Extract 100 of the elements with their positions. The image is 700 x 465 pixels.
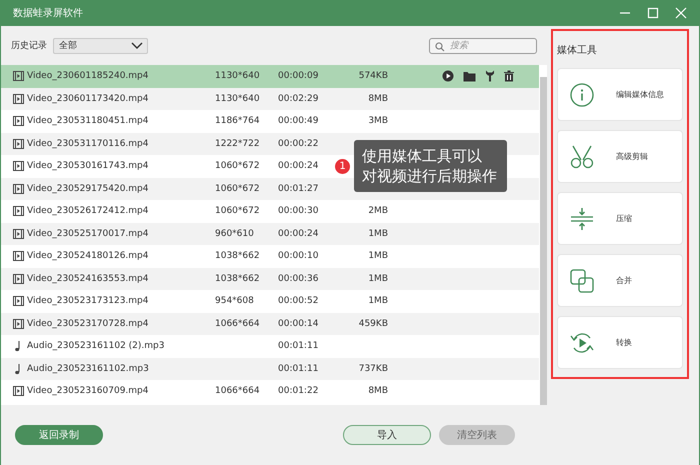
clear-list-button[interactable]: 清空列表 [439, 425, 515, 445]
duration-text: 00:00:24 [278, 228, 320, 239]
film-icon [12, 161, 24, 172]
size-text: 8MB [368, 386, 388, 396]
convert-icon [570, 330, 594, 354]
maximize-icon[interactable] [647, 7, 659, 19]
film-icon [12, 138, 24, 149]
scrollbar[interactable] [540, 77, 547, 405]
file-name: Video_230601185240.mp4 [27, 71, 150, 82]
resolution-text: 1038*662 [215, 251, 260, 262]
duration-text: 00:01:22 [278, 386, 320, 396]
close-icon[interactable] [675, 7, 687, 19]
duration-text: 00:00:14 [278, 318, 320, 329]
filter-dropdown[interactable]: 全部 [53, 38, 148, 54]
size-text: 1MB [368, 274, 388, 284]
compress-icon [570, 206, 594, 230]
duration-text: 00:02:29 [278, 94, 320, 104]
panel-title: 媒体工具 [557, 44, 598, 57]
tool-card[interactable]: 压缩 [557, 192, 683, 245]
file-row[interactable]: Video_230601173420.mp4 1130*640 00:02:29 8MB [1, 88, 539, 110]
file-name: Video_230531180451.mp4 [27, 116, 150, 126]
chevron-down-icon [131, 42, 143, 50]
film-icon [12, 318, 24, 329]
size-text: 1MB [368, 251, 388, 262]
resolution-text: 1066*664 [215, 386, 260, 396]
music-note-icon [14, 340, 22, 352]
resolution-text: 1130*640 [215, 94, 260, 104]
tool-card[interactable]: 高级剪辑 [557, 130, 683, 183]
duration-text: 00:00:24 [278, 161, 320, 172]
resolution-text: 1130*640 [215, 71, 260, 82]
file-row[interactable]: Video_230524163553.mp4 1038*662 00:00:36 1MB [1, 268, 539, 290]
file-row[interactable]: Video_230525170017.mp4 960*610 00:00:24 1MB [1, 222, 539, 245]
duration-text: 00:00:30 [278, 206, 320, 216]
size-text: 737KB [358, 364, 388, 374]
overlapping-squares-icon [570, 268, 594, 292]
resolution-text: 1186*764 [215, 116, 260, 126]
scissors-icon [570, 144, 594, 168]
back-to-record-button[interactable]: 返回录制 [15, 425, 103, 445]
folder-icon[interactable] [463, 70, 476, 82]
size-text: 3MB [368, 116, 388, 126]
info-icon [570, 82, 594, 106]
resolution-text: 1060*672 [215, 161, 260, 172]
duration-text: 00:01:11 [278, 341, 320, 352]
film-icon [12, 71, 24, 82]
window-title: 数据蛙录屏软件 [13, 6, 83, 20]
size-text: 574KB [358, 71, 388, 82]
size-text: 1MB [368, 296, 388, 306]
search-field[interactable]: 搜索 [429, 38, 537, 54]
tool-card[interactable]: 转换 [557, 316, 683, 369]
size-text: 2MB [368, 206, 388, 216]
size-text: 1MB [368, 228, 388, 239]
film-icon [12, 296, 24, 306]
resolution-text: 954*608 [215, 296, 254, 306]
wrench-icon[interactable] [485, 70, 495, 82]
import-button[interactable]: 导入 [343, 425, 431, 445]
duration-text: 00:00:52 [278, 296, 320, 306]
film-icon [12, 228, 24, 239]
resolution-text: 960*610 [215, 228, 254, 239]
file-row[interactable]: Audio_230523161102.mp3 00:01:11 737KB [1, 358, 539, 380]
size-text: 8MB [368, 94, 388, 104]
file-name: Video_230523173123.mp4 [27, 296, 150, 306]
file-name: Video_230523160709.mp4 [27, 386, 150, 396]
film-icon [12, 116, 24, 126]
size-text: 459KB [358, 318, 388, 329]
search-icon [435, 42, 445, 52]
file-name: Video_230531170116.mp4 [27, 138, 150, 149]
file-name: Audio_230523161102.mp3 [27, 364, 150, 374]
file-name: Video_230530161743.mp4 [27, 161, 150, 172]
tool-card[interactable]: 编辑媒体信息 [557, 68, 683, 121]
film-icon [12, 184, 24, 194]
duration-text: 00:00:49 [278, 116, 320, 126]
file-name: Video_230525170017.mp4 [27, 228, 150, 239]
file-name: Video_230523170728.mp4 [27, 318, 150, 329]
resolution-text: 1222*722 [215, 138, 260, 149]
tool-card[interactable]: 合并 [557, 254, 683, 307]
file-name: Video_230524163553.mp4 [27, 274, 150, 284]
duration-text: 00:00:36 [278, 274, 320, 284]
play-icon[interactable] [442, 70, 454, 82]
file-name: Video_230529175420.mp4 [27, 184, 150, 194]
file-row[interactable]: Video_230601185240.mp4 1130*640 00:00:09 574KB [1, 65, 539, 88]
resolution-text: 1060*672 [215, 184, 260, 194]
file-name: Video_230526172412.mp4 [27, 206, 150, 216]
film-icon [12, 251, 24, 262]
trash-icon[interactable] [504, 70, 514, 82]
file-name: Video_230601173420.mp4 [27, 94, 150, 104]
duration-text: 00:00:10 [278, 251, 320, 262]
film-icon [12, 386, 24, 396]
file-name: Video_230524180126.mp4 [27, 251, 150, 262]
file-name: Audio_230523161102 (2).mp3 [27, 341, 166, 352]
duration-text: 00:01:27 [278, 184, 320, 194]
film-icon [12, 94, 24, 104]
duration-text: 00:00:09 [278, 71, 320, 82]
resolution-text: 1060*672 [215, 206, 260, 216]
resolution-text: 1066*664 [215, 318, 260, 329]
film-icon [12, 206, 24, 216]
duration-text: 00:00:22 [278, 138, 320, 149]
film-icon [12, 274, 24, 284]
history-label: 历史记录 [11, 40, 47, 52]
resolution-text: 1038*662 [215, 274, 260, 284]
file-row[interactable]: Video_230523170728.mp4 1066*664 00:00:14 459KB [1, 312, 539, 335]
